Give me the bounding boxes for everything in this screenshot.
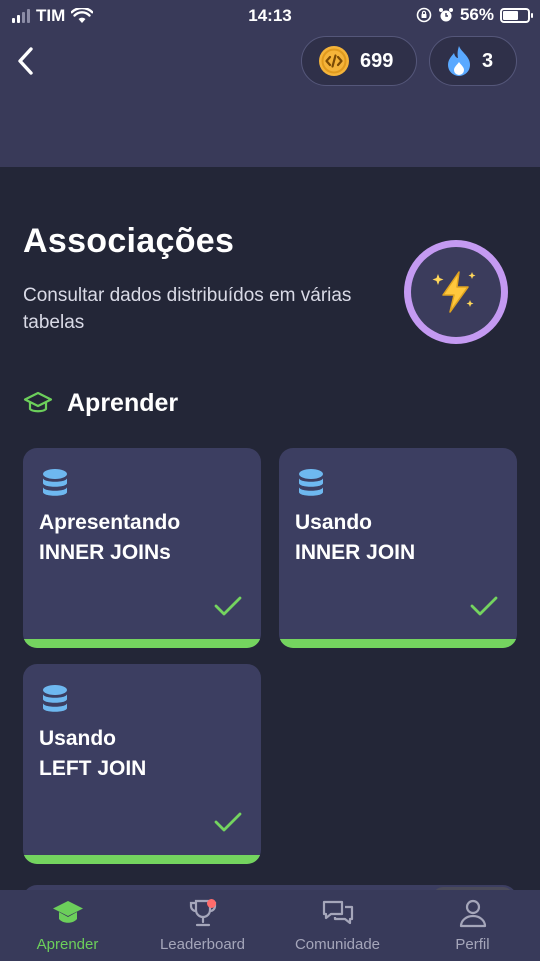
lesson-card-inner-join[interactable]: Usando INNER JOIN (279, 448, 517, 648)
tab-label: Leaderboard (159, 936, 246, 953)
status-bar: TIM 14:13 56% (0, 0, 540, 32)
flame-icon (448, 46, 470, 76)
tab-label: Aprender (36, 936, 99, 953)
lesson-badge (404, 240, 508, 344)
lightning-sparkle-icon (432, 271, 476, 313)
progress-bar-complete (23, 639, 261, 648)
card-title: Apresentando INNER JOINs (39, 511, 181, 564)
lesson-card-left-join[interactable]: Usando LEFT JOIN (23, 664, 261, 864)
battery-percent: 56% (459, 5, 494, 24)
section-title: Aprender (67, 388, 179, 417)
person-icon (459, 899, 486, 928)
checkmark-icon (214, 812, 242, 832)
chevron-left-icon (18, 47, 33, 75)
streak-counter[interactable]: 3 (429, 36, 517, 86)
battery-icon (500, 7, 533, 23)
alarm-icon (438, 8, 453, 22)
bottom-tab-bar: Aprender Leaderboard Comunidade Perfil (0, 890, 540, 961)
tab-comunidade[interactable]: Comunidade (270, 890, 405, 961)
tab-label: Perfil (455, 936, 490, 953)
coin-icon (319, 46, 349, 76)
database-icon (43, 685, 67, 712)
card-title: Usando INNER JOIN (295, 511, 416, 564)
page-subtitle: Consultar dados distribuídos em várias t… (23, 285, 352, 333)
tab-label: Comunidade (294, 936, 381, 953)
card-title: Usando LEFT JOIN (39, 727, 147, 780)
graduation-cap-icon (23, 391, 53, 413)
coins-value: 699 (360, 49, 394, 72)
graduation-cap-icon (52, 901, 83, 923)
section-heading: Aprender (23, 388, 178, 418)
orientation-lock-icon (416, 7, 432, 23)
page-title: Associações (23, 222, 235, 260)
lesson-card-inner-joins-intro[interactable]: Apresentando INNER JOINs (23, 448, 261, 648)
coins-counter[interactable]: 699 (301, 36, 417, 86)
progress-bar-complete (23, 855, 261, 864)
status-right: 56% (416, 5, 533, 25)
database-icon (299, 469, 323, 496)
notification-dot (207, 899, 216, 908)
tab-leaderboard[interactable]: Leaderboard (135, 890, 270, 961)
progress-bar-complete (279, 639, 517, 648)
checkmark-icon (214, 596, 242, 616)
tab-perfil[interactable]: Perfil (405, 890, 540, 961)
database-icon (43, 469, 67, 496)
chat-bubbles-icon (322, 900, 353, 925)
back-button[interactable] (10, 44, 40, 78)
streak-value: 3 (482, 49, 494, 72)
checkmark-icon (470, 596, 498, 616)
tab-aprender[interactable]: Aprender (0, 890, 135, 961)
